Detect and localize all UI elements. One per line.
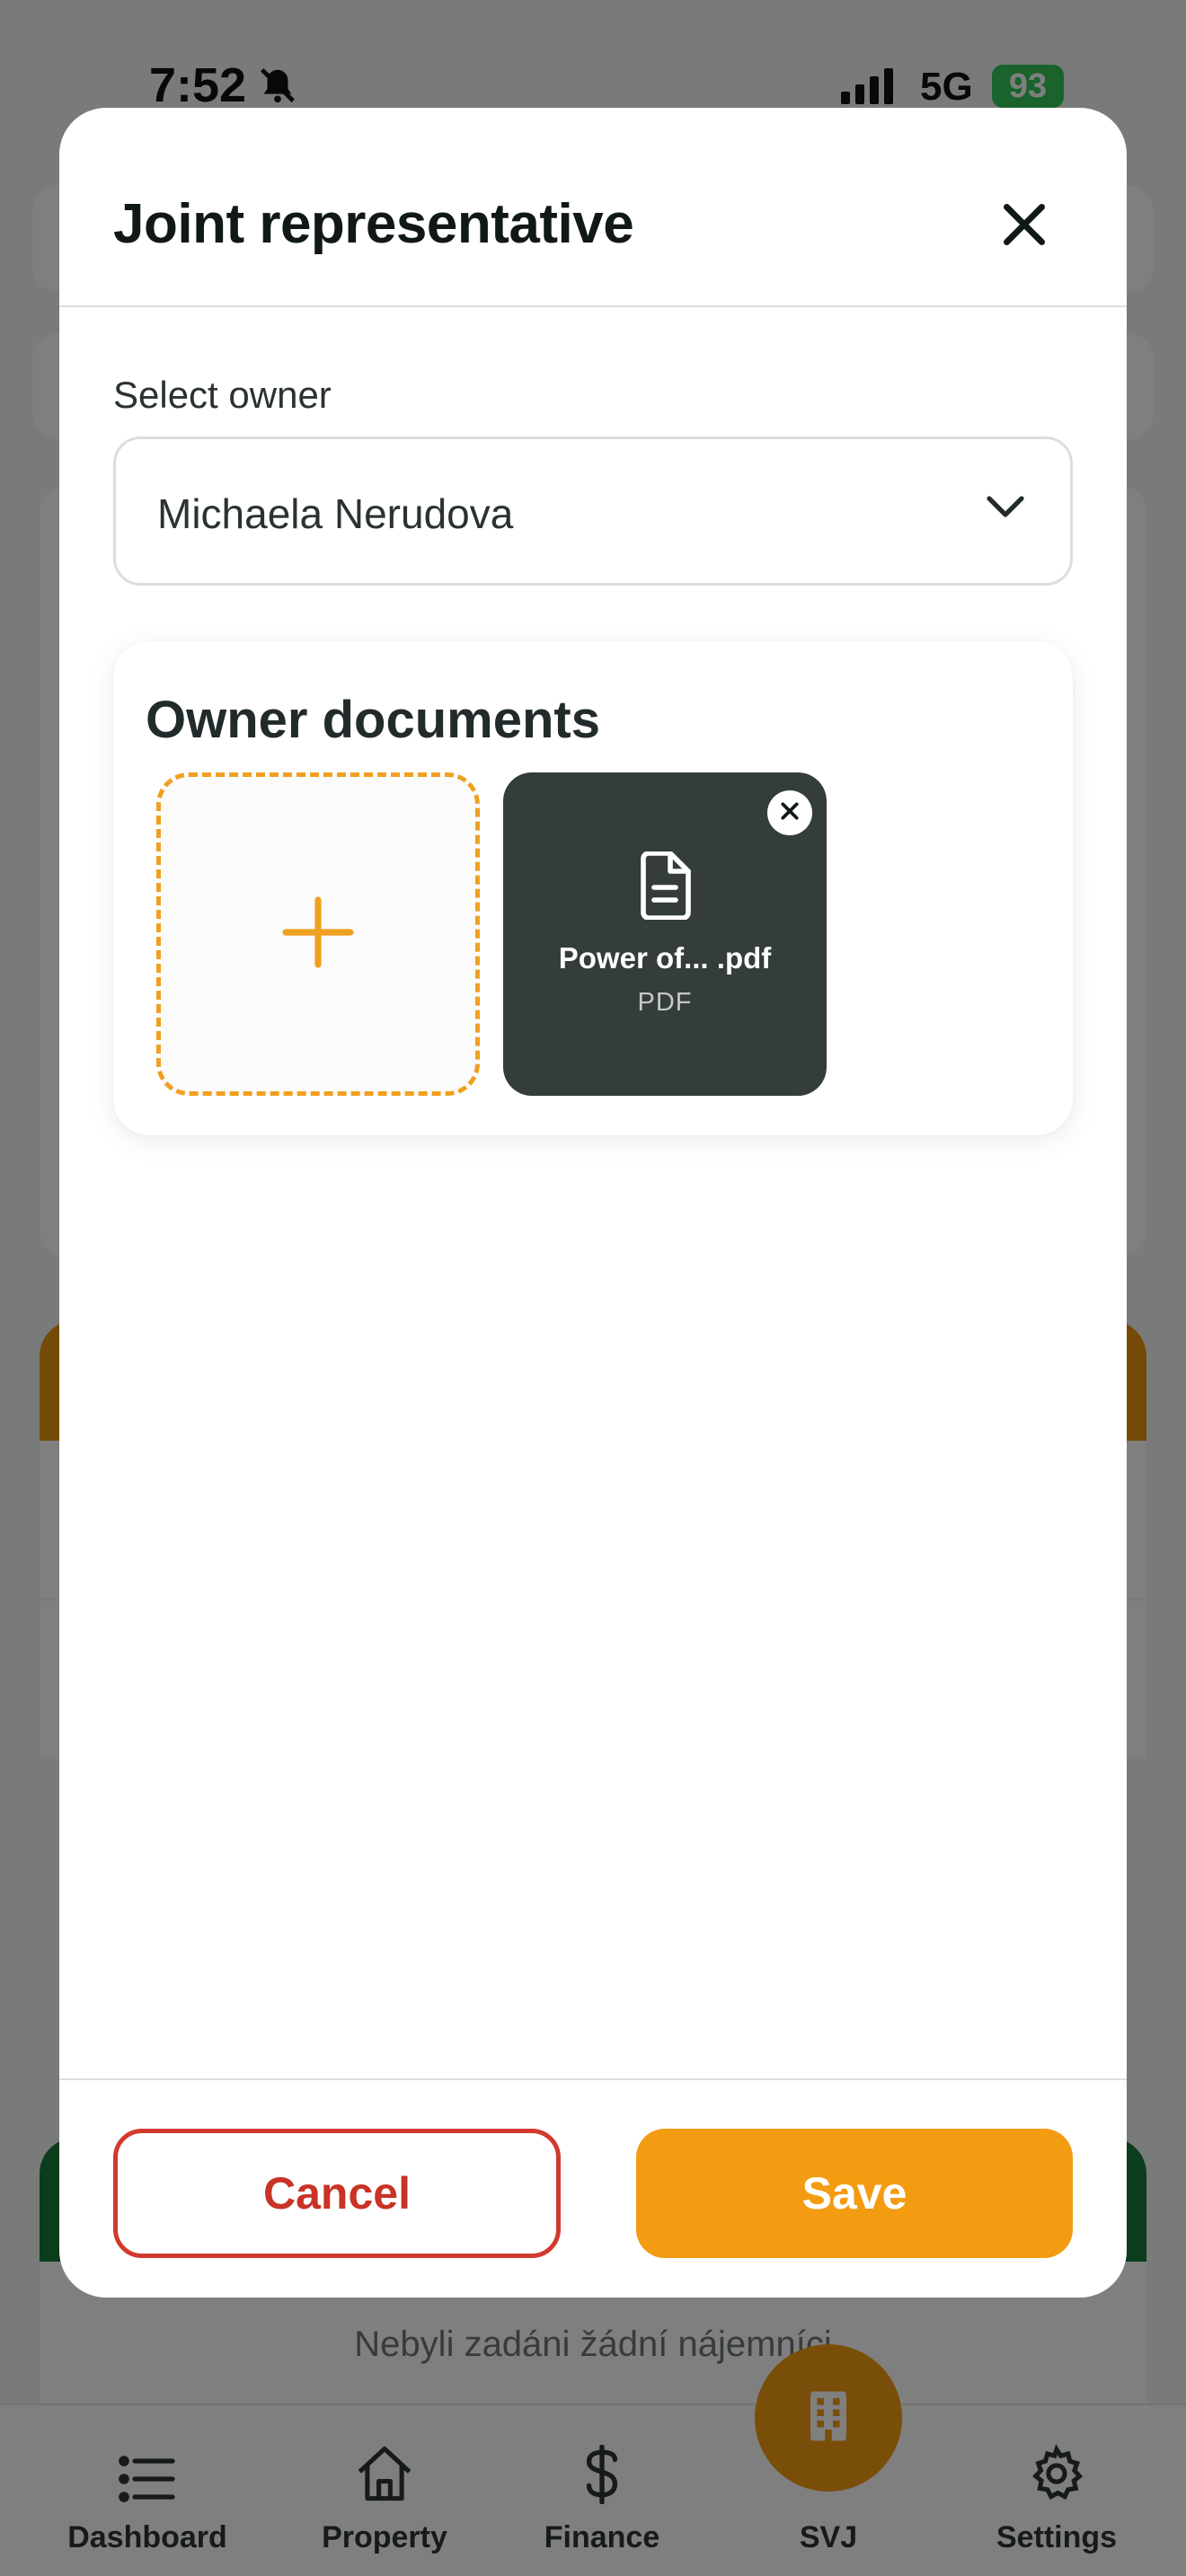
owner-select-value: Michaela Nerudova (157, 490, 514, 537)
close-button[interactable] (988, 190, 1060, 262)
document-tile[interactable]: Power of... .pdf PDF (503, 772, 827, 1096)
owner-documents-card: Owner documents Power of... .pdf PDF (113, 641, 1073, 1135)
modal-header: Joint representative (59, 108, 1127, 307)
document-icon (636, 851, 694, 924)
select-owner-label: Select owner (113, 374, 332, 416)
cancel-button[interactable]: Cancel (113, 2129, 561, 2258)
owner-select[interactable]: Michaela Nerudova (113, 437, 1073, 586)
add-document-button[interactable] (156, 772, 480, 1096)
modal-footer: Cancel Save (59, 2078, 1127, 2298)
remove-document-button[interactable] (767, 790, 812, 835)
document-name: Power of... .pdf (558, 941, 772, 975)
modal-title: Joint representative (113, 193, 634, 255)
plus-icon (282, 895, 354, 973)
owner-documents-title: Owner documents (146, 691, 600, 749)
document-type: PDF (637, 988, 693, 1017)
close-icon (780, 801, 800, 825)
joint-representative-modal: Joint representative Select owner Michae… (59, 108, 1127, 2298)
close-icon (1001, 201, 1048, 252)
save-button[interactable]: Save (636, 2129, 1073, 2258)
chevron-down-icon (986, 495, 1025, 525)
